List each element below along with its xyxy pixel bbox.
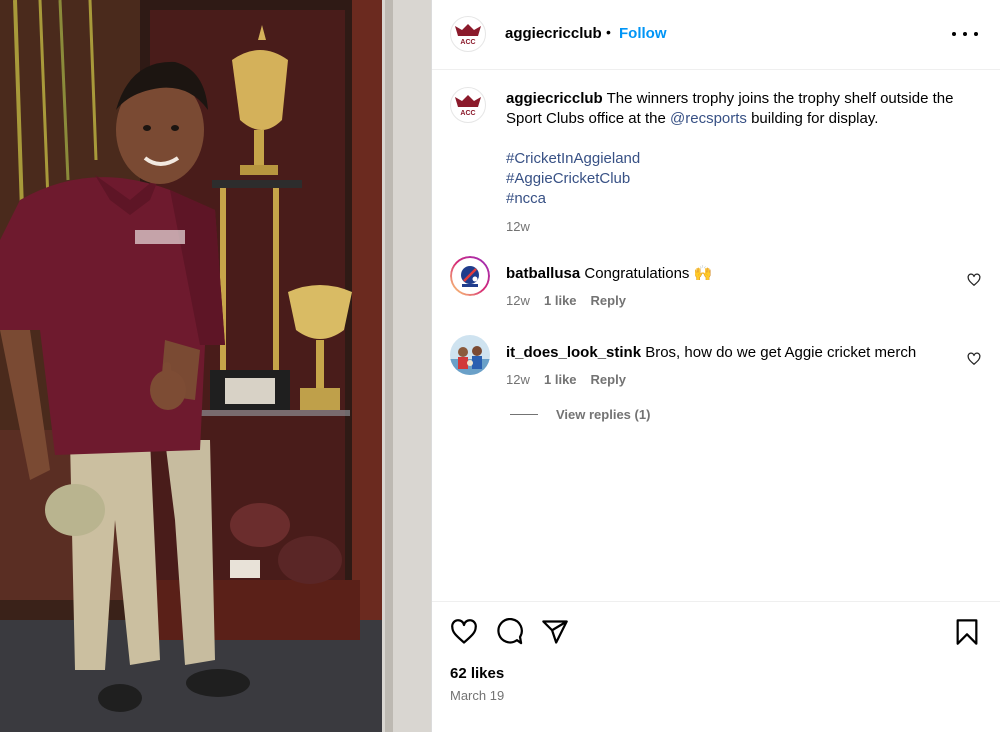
account-avatar[interactable]: ACC [450,16,486,52]
post-header: ACC aggiecricclub • Follow [432,0,1000,70]
batball-logo-icon [450,256,490,296]
comment-time[interactable]: 12w [506,372,544,387]
comment-icon[interactable] [496,618,524,646]
share-icon[interactable] [541,618,569,646]
comment-body: it_does_look_stink Bros, how do we get A… [506,343,946,363]
caption-timestamp[interactable]: 12w [506,219,530,234]
comment-text: Congratulations 🙌 [584,265,713,282]
post-image [0,0,431,732]
post-date[interactable]: March 19 [450,688,504,703]
reply-button[interactable]: Reply [591,293,626,308]
small-heart-icon[interactable] [967,273,981,287]
acc-logo-text: ACC [460,110,475,117]
post-photo[interactable] [0,0,431,732]
view-replies-button[interactable]: View replies (1) [510,407,650,422]
hashtag-link[interactable]: #CricketInAggieland [506,149,640,169]
view-replies-label: View replies (1) [556,407,651,422]
replies-line [510,414,538,415]
comment-text: Bros, how do we get Aggie cricket merch [645,344,917,361]
heart-icon[interactable] [450,618,478,646]
post-caption: aggiecricclub The winners trophy joins t… [506,89,966,129]
comment-meta: 12w 1 like Reply [506,372,626,387]
reply-button[interactable]: Reply [591,372,626,387]
more-options-icon[interactable] [952,24,978,44]
caption-avatar[interactable]: ACC [450,87,486,123]
comment-like-count[interactable]: 1 like [544,293,577,308]
likes-count[interactable]: 62 likes [450,665,504,682]
comment-meta: 12w 1 like Reply [506,293,626,308]
comment-like-count[interactable]: 1 like [544,372,577,387]
separator-dot: • [606,24,611,40]
hashtag-list: #CricketInAggieland #AggieCricketClub #n… [506,149,640,209]
post-panel: ACC aggiecricclub • Follow ACC aggiecric… [432,0,1000,732]
acc-logo-text: ACC [460,39,475,46]
actions-divider [432,601,1000,602]
commenter-avatar[interactable] [450,335,490,375]
commenter-avatar[interactable] [450,256,490,296]
profile-photo-icon [450,335,490,375]
acc-logo-icon: ACC [455,95,481,117]
more-dot [974,32,978,36]
comment-username[interactable]: batballusa [506,265,580,282]
more-dot [952,32,956,36]
caption-mention-link[interactable]: @recsports [670,110,747,127]
bookmark-icon[interactable] [953,618,981,646]
small-heart-icon[interactable] [967,352,981,366]
comment-time[interactable]: 12w [506,293,544,308]
caption-tail: building for display. [751,110,879,127]
comment-body: batballusa Congratulations 🙌 [506,264,946,284]
more-dot [963,32,967,36]
acc-logo-icon: ACC [455,24,481,46]
hashtag-link[interactable]: #ncca [506,189,640,209]
comment-username[interactable]: it_does_look_stink [506,344,641,361]
post-username[interactable]: aggiecricclub [505,25,602,42]
caption-username[interactable]: aggiecricclub [506,90,603,107]
follow-button[interactable]: Follow [619,25,667,42]
hashtag-link[interactable]: #AggieCricketClub [506,169,640,189]
